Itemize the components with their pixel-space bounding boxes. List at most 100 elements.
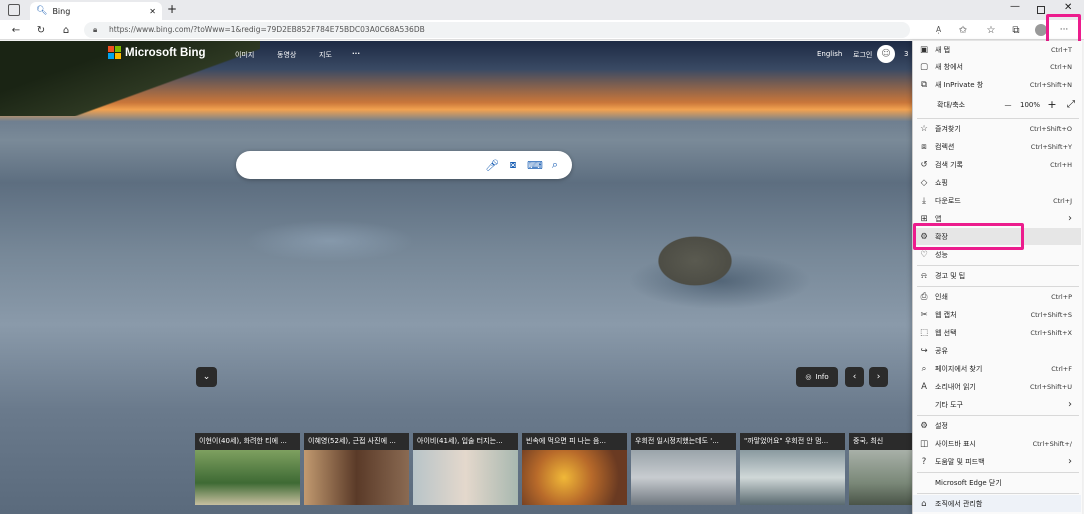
menu-item-inprivate[interactable]: ⧉ 새 InPrivate 창 Ctrl+Shift+N — [913, 76, 1081, 93]
login-link[interactable]: 로그인 — [853, 50, 872, 60]
info-button[interactable]: ◎ Info — [796, 367, 838, 387]
add-favorite-icon[interactable]: ✩ — [955, 22, 971, 38]
new-tab-button[interactable]: + — [167, 2, 177, 16]
search-box[interactable]: 🎤︎ ⧇ ⌨ ⌕ — [236, 151, 572, 179]
keyboard-icon[interactable]: ⌨ — [527, 157, 543, 173]
next-arrow-icon[interactable]: › — [869, 367, 888, 387]
menu-shortcut: Ctrl+T — [1051, 45, 1072, 54]
read-aloud-url-icon[interactable]: A̩ — [936, 22, 941, 38]
minimize-button[interactable]: — — [1010, 1, 1020, 12]
menu-shortcut: Ctrl+Shift+Y — [1030, 142, 1072, 151]
menu-item-web-select[interactable]: ⬚ 웹 선택 Ctrl+Shift+X — [913, 324, 1081, 341]
menu-item-collections[interactable]: ⧈ 컴렉션 Ctrl+Shift+Y — [913, 138, 1081, 155]
divider — [917, 265, 1079, 266]
visual-search-icon[interactable]: ⧇ — [505, 157, 521, 173]
collections-icon[interactable]: ⧉ — [1008, 22, 1024, 38]
zoom-out-button[interactable]: — — [999, 101, 1017, 109]
menu-shortcut: Ctrl+H — [1050, 160, 1072, 169]
menu-item-print[interactable]: ⎙ 인쇄 Ctrl+P — [913, 288, 1081, 305]
nav-more[interactable]: ··· — [352, 50, 360, 58]
previous-arrow-icon[interactable]: ‹ — [845, 367, 864, 387]
menu-label: 기타 도구 — [935, 400, 963, 409]
close-window-button[interactable]: ✕ — [1064, 2, 1072, 13]
menu-shortcut: Ctrl+Shift+O — [1029, 124, 1072, 133]
menu-label: 경고 및 팁 — [935, 271, 966, 280]
tab-bar: 🔍︎ Bing ✕ + — ✕ — [0, 0, 1084, 20]
nav-maps[interactable]: 지도 — [319, 50, 332, 60]
menu-item-downloads[interactable]: ⤓ 다운로드 Ctrl+J — [913, 192, 1081, 209]
chevron-right-icon: › — [1068, 213, 1072, 224]
chevron-down-icon[interactable]: ⌄ — [196, 367, 217, 387]
lock-icon[interactable]: 🔒︎ — [93, 22, 97, 38]
chevron-right-icon: › — [1068, 399, 1072, 410]
menu-item-settings[interactable]: ⚙ 설정 — [913, 417, 1081, 434]
news-card[interactable]: 이혜영(52세), 근접 사진에 ... — [304, 433, 409, 505]
menu-item-history[interactable]: ↺ 검색 기록 Ctrl+H — [913, 156, 1081, 173]
refresh-icon[interactable]: ↻ — [33, 22, 49, 38]
zoom-value: 100% — [1019, 100, 1040, 109]
highlight-extensions — [913, 223, 1024, 250]
menu-item-help[interactable]: ? 도움말 및 피드백 › — [913, 453, 1081, 470]
menu-label: 웹 캡처 — [935, 310, 957, 319]
menu-item-more-tools[interactable]: 기타 도구 › — [913, 396, 1081, 413]
rewards-count[interactable]: 3 — [904, 50, 908, 58]
news-card[interactable]: 이현이(40세), 화려한 티에 ... — [195, 433, 300, 505]
language-link[interactable]: English — [817, 50, 842, 58]
tab-title: Bing — [52, 6, 71, 16]
menu-label: 인쇄 — [935, 292, 948, 301]
web-capture-icon: ✂ — [920, 309, 928, 320]
search-favicon-icon: 🔍︎ — [36, 6, 48, 16]
favorites-icon[interactable]: ☆ — [983, 22, 999, 38]
tab-bing[interactable]: 🔍︎ Bing ✕ — [30, 2, 162, 20]
menu-item-favorites[interactable]: ☆ 즐겨찾기 Ctrl+Shift+O — [913, 120, 1081, 137]
menu-item-web-capture[interactable]: ✂ 웹 캡처 Ctrl+Shift+S — [913, 306, 1081, 323]
fullscreen-icon[interactable]: ⤢ — [1061, 99, 1081, 110]
favorites-icon: ☆ — [920, 123, 928, 134]
menu-item-find[interactable]: ⌕ 페이지에서 찾기 Ctrl+F — [913, 360, 1081, 377]
menu-item-close-edge[interactable]: Microsoft Edge 닫기 — [913, 474, 1081, 491]
microphone-icon[interactable]: 🎤︎ — [484, 157, 500, 173]
highlight-more-button — [1046, 14, 1081, 44]
menu-item-alerts[interactable]: ⍾ 경고 및 팁 — [913, 267, 1081, 284]
news-card[interactable]: 아이비(41세), 입술 터지는... — [413, 433, 518, 505]
zoom-label: 확대/축소 — [937, 100, 966, 109]
menu-item-shopping[interactable]: ◇ 쇼핑 — [913, 174, 1081, 191]
url-field[interactable]: 🔒︎ https://www.bing.com/?toWww=1&redig=7… — [84, 22, 941, 38]
download-icon: ⤓ — [922, 195, 926, 206]
managed-by-org[interactable]: ⌂ 조직에서 관리함 — [913, 495, 1081, 512]
address-bar: ← ↻ ⌂ 🔒︎ https://www.bing.com/?toWww=1&r… — [0, 20, 1084, 40]
nav-videos[interactable]: 동영상 — [277, 50, 296, 60]
news-caption: 중국, 최신 — [849, 433, 912, 450]
news-card[interactable]: 중국, 최신 — [849, 433, 912, 505]
divider — [917, 118, 1079, 119]
close-tab-icon[interactable]: ✕ — [149, 7, 156, 16]
find-icon: ⌕ — [921, 363, 927, 374]
avatar[interactable]: ☺ — [877, 45, 895, 63]
news-card[interactable]: 우회전 일시정지했는데도 '... — [631, 433, 736, 505]
menu-item-share[interactable]: ↪ 공유 — [913, 342, 1081, 359]
nav-images[interactable]: 이미지 — [235, 50, 254, 60]
menu-item-new-tab[interactable]: ▣ 새 탭 Ctrl+T — [913, 41, 1081, 58]
menu-item-sidebar[interactable]: ◫ 사이드바 표시 Ctrl+Shift+/ — [913, 435, 1081, 452]
bing-logo[interactable]: Microsoft Bing — [108, 46, 206, 59]
performance-icon: ♡ — [920, 249, 928, 260]
news-caption: 아이비(41세), 입술 터지는... — [413, 433, 518, 450]
menu-item-new-window[interactable]: ▢ 새 창에서 Ctrl+N — [913, 58, 1081, 75]
news-image — [195, 450, 300, 505]
home-icon[interactable]: ⌂ — [58, 22, 74, 38]
menu-item-read-aloud[interactable]: A 소리내어 읽기 Ctrl+Shift+U — [913, 378, 1081, 395]
menu-label: Microsoft Edge 닫기 — [935, 478, 1002, 487]
menu-label: 새 탭 — [935, 45, 951, 54]
zoom-in-button[interactable]: + — [1043, 98, 1061, 111]
back-arrow-icon[interactable]: ← — [8, 22, 24, 38]
news-caption: 이현이(40세), 화려한 티에 ... — [195, 433, 300, 450]
search-icon[interactable]: ⌕ — [547, 157, 563, 173]
divider — [917, 286, 1079, 287]
menu-shortcut: Ctrl+Shift+X — [1030, 328, 1072, 337]
tab-actions-icon[interactable] — [8, 4, 20, 16]
menu-label: 사이드바 표시 — [935, 439, 976, 448]
info-label: Info — [815, 373, 829, 381]
restore-button[interactable] — [1037, 6, 1045, 14]
news-card[interactable]: "까맣었어요" 우회전 안 멈... — [740, 433, 845, 505]
news-card[interactable]: 빈속에 먹으면 피 나는 음... — [522, 433, 627, 505]
